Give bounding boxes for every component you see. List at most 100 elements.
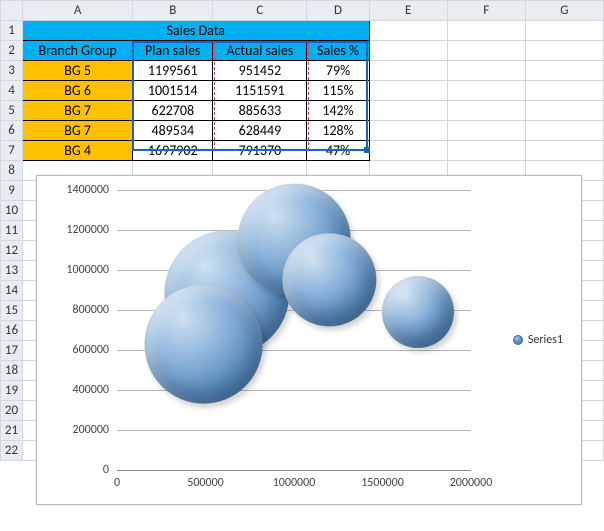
- col-header[interactable]: D: [307, 1, 369, 21]
- x-tick-label: 500000: [187, 476, 224, 490]
- x-tick-label: 0: [114, 476, 120, 490]
- row-header[interactable]: 21: [1, 421, 23, 441]
- cell[interactable]: [525, 61, 603, 81]
- cell-pct[interactable]: 47%: [307, 141, 369, 161]
- cell[interactable]: [447, 21, 525, 41]
- row-header[interactable]: 8: [1, 161, 23, 181]
- cell-plan[interactable]: 489534: [133, 121, 213, 141]
- row-1: 1 Sales Data: [1, 21, 604, 41]
- header-branch-group[interactable]: Branch Group: [23, 41, 133, 61]
- row-3: 3 BG 5 1199561 951452 79%: [1, 61, 604, 81]
- bubble-point[interactable]: [144, 285, 263, 404]
- col-header[interactable]: F: [447, 1, 525, 21]
- y-tick-label: 1400000: [47, 183, 109, 197]
- row-header[interactable]: 17: [1, 341, 23, 361]
- cell-branch[interactable]: BG 7: [23, 121, 133, 141]
- col-header[interactable]: A: [23, 1, 133, 21]
- cell-branch[interactable]: BG 6: [23, 81, 133, 101]
- row-header[interactable]: 1: [1, 21, 23, 41]
- bubble-chart[interactable]: 0 200000 400000 600000 800000 1000000 1200000 1…: [36, 175, 582, 505]
- cell-branch[interactable]: BG 4: [23, 141, 133, 161]
- row-header[interactable]: 4: [1, 81, 23, 101]
- row-header[interactable]: 22: [1, 441, 23, 461]
- row-header[interactable]: 10: [1, 201, 23, 221]
- row-header[interactable]: 6: [1, 121, 23, 141]
- cell[interactable]: [369, 121, 447, 141]
- cell-plan[interactable]: 1697902: [133, 141, 213, 161]
- cell[interactable]: [369, 21, 447, 41]
- x-tick-label: 1000000: [273, 476, 316, 490]
- row-header[interactable]: 12: [1, 241, 23, 261]
- cell-pct[interactable]: 115%: [307, 81, 369, 101]
- cell-actual[interactable]: 951452: [213, 61, 307, 81]
- cell[interactable]: [525, 101, 603, 121]
- cell[interactable]: [525, 81, 603, 101]
- y-tick-label: 800000: [47, 303, 109, 317]
- cell[interactable]: [525, 41, 603, 61]
- cell[interactable]: [525, 141, 603, 161]
- column-header-row: A B C D E F G: [1, 1, 604, 21]
- cell-plan[interactable]: 622708: [133, 101, 213, 121]
- cell[interactable]: [369, 81, 447, 101]
- plot-area[interactable]: 0200000400000600000800000100000012000001…: [117, 190, 471, 470]
- row-7: 7 BG 4 1697902 791370 47%: [1, 141, 604, 161]
- chart-legend[interactable]: Series1: [513, 333, 563, 347]
- bubble-point[interactable]: [382, 276, 454, 348]
- col-header[interactable]: B: [133, 1, 213, 21]
- legend-swatch-icon: [513, 335, 523, 345]
- row-header[interactable]: 11: [1, 221, 23, 241]
- cell-branch[interactable]: BG 5: [23, 61, 133, 81]
- col-header[interactable]: G: [525, 1, 603, 21]
- table-title[interactable]: Sales Data: [23, 21, 370, 41]
- cell-actual[interactable]: 628449: [213, 121, 307, 141]
- cell[interactable]: [525, 21, 603, 41]
- cell-plan[interactable]: 1001514: [133, 81, 213, 101]
- cell-branch[interactable]: BG 7: [23, 101, 133, 121]
- select-all-corner[interactable]: [1, 1, 23, 21]
- cell-plan[interactable]: 1199561: [133, 61, 213, 81]
- cell[interactable]: [369, 101, 447, 121]
- col-header[interactable]: C: [213, 1, 307, 21]
- row-header[interactable]: 18: [1, 361, 23, 381]
- row-4: 4 BG 6 1001514 1151591 115%: [1, 81, 604, 101]
- cell[interactable]: [369, 61, 447, 81]
- row-6: 6 BG 7 489534 628449 128%: [1, 121, 604, 141]
- cell[interactable]: [447, 141, 525, 161]
- row-header[interactable]: 3: [1, 61, 23, 81]
- cell-pct[interactable]: 142%: [307, 101, 369, 121]
- y-tick-label: 400000: [47, 383, 109, 397]
- cell-actual[interactable]: 885633: [213, 101, 307, 121]
- row-header[interactable]: 16: [1, 321, 23, 341]
- header-plan-sales[interactable]: Plan sales: [133, 41, 213, 61]
- cell[interactable]: [447, 81, 525, 101]
- row-header[interactable]: 13: [1, 261, 23, 281]
- row-header[interactable]: 15: [1, 301, 23, 321]
- row-header[interactable]: 2: [1, 41, 23, 61]
- cell[interactable]: [447, 121, 525, 141]
- cell-pct[interactable]: 79%: [307, 61, 369, 81]
- cell[interactable]: [369, 41, 447, 61]
- row-header[interactable]: 14: [1, 281, 23, 301]
- row-header[interactable]: 9: [1, 181, 23, 201]
- cell[interactable]: [447, 61, 525, 81]
- cell-pct[interactable]: 128%: [307, 121, 369, 141]
- row-5: 5 BG 7 622708 885633 142%: [1, 101, 604, 121]
- bubble-point[interactable]: [283, 233, 376, 326]
- cell[interactable]: [525, 121, 603, 141]
- y-tick-label: 1200000: [47, 223, 109, 237]
- spreadsheet[interactable]: A B C D E F G 1 Sales Data 2 Branch Grou…: [0, 0, 604, 531]
- col-header[interactable]: E: [369, 1, 447, 21]
- row-header[interactable]: 5: [1, 101, 23, 121]
- row-header[interactable]: 19: [1, 381, 23, 401]
- cell-actual[interactable]: 1151591: [213, 81, 307, 101]
- y-tick-label: 200000: [47, 423, 109, 437]
- cell[interactable]: [369, 141, 447, 161]
- header-actual-sales[interactable]: Actual sales: [213, 41, 307, 61]
- header-sales-pct[interactable]: Sales %: [307, 41, 369, 61]
- cell-actual[interactable]: 791370: [213, 141, 307, 161]
- y-tick-label: 600000: [47, 343, 109, 357]
- cell[interactable]: [447, 41, 525, 61]
- row-header[interactable]: 7: [1, 141, 23, 161]
- cell[interactable]: [447, 101, 525, 121]
- row-header[interactable]: 20: [1, 401, 23, 421]
